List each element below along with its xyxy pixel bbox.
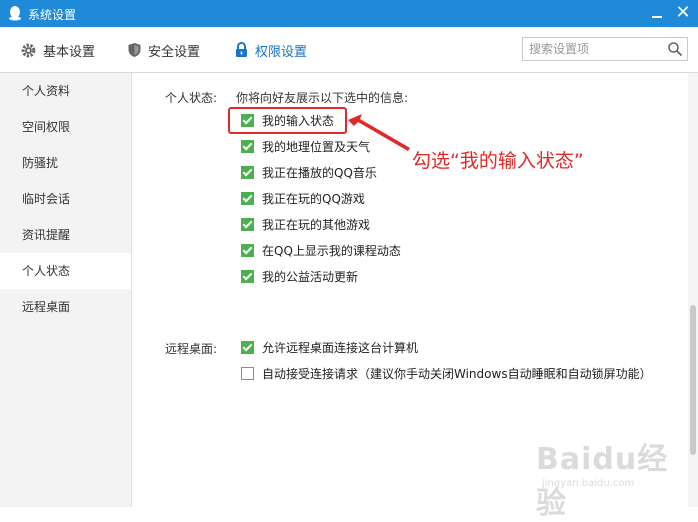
sidebar-item-remote-desktop[interactable]: 远程桌面 bbox=[0, 289, 131, 325]
option-label: 在QQ上显示我的课程动态 bbox=[262, 243, 401, 258]
tab-label: 基本设置 bbox=[43, 44, 96, 60]
scrollbar[interactable] bbox=[688, 73, 698, 507]
search-input[interactable] bbox=[523, 38, 669, 60]
sidebar: 个人资料 空间权限 防骚扰 临时会话 资讯提醒 个人状态 远程桌面 bbox=[0, 73, 132, 507]
minimize-button[interactable] bbox=[646, 2, 668, 24]
highlight-box bbox=[228, 107, 347, 134]
top-nav: 基本设置 安全设置 权限设置 bbox=[0, 27, 698, 73]
tab-permission-settings[interactable]: 权限设置 bbox=[234, 39, 307, 61]
option-qq-music[interactable]: 我正在播放的QQ音乐 bbox=[241, 163, 377, 181]
checkbox-unchecked[interactable] bbox=[241, 366, 254, 380]
remote-desktop-label: 远程桌面: bbox=[165, 342, 218, 356]
tab-label: 安全设置 bbox=[148, 44, 201, 60]
sidebar-item-anti-harassment[interactable]: 防骚扰 bbox=[0, 145, 131, 181]
arrow-icon bbox=[348, 114, 410, 151]
search-icon[interactable] bbox=[667, 41, 683, 57]
title-bar: 系统设置 ✕ bbox=[0, 0, 698, 27]
checkbox-checked[interactable] bbox=[241, 217, 254, 231]
option-auto-accept[interactable]: 自动接受连接请求（建议你手动关闭Windows自动睡眠和自动锁屏功能） bbox=[241, 364, 652, 382]
window-title: 系统设置 bbox=[28, 8, 77, 22]
option-label: 我正在玩的其他游戏 bbox=[262, 217, 371, 232]
close-button[interactable]: ✕ bbox=[672, 2, 694, 24]
checkbox-checked[interactable] bbox=[241, 139, 254, 153]
gear-icon bbox=[21, 43, 36, 57]
checkbox-checked[interactable] bbox=[241, 165, 254, 179]
checkbox-checked[interactable] bbox=[241, 269, 254, 283]
option-label: 我正在播放的QQ音乐 bbox=[262, 165, 377, 180]
tab-security-settings[interactable]: 安全设置 bbox=[127, 39, 200, 61]
option-label: 我的公益活动更新 bbox=[262, 269, 359, 284]
option-course-updates[interactable]: 在QQ上显示我的课程动态 bbox=[241, 241, 401, 259]
option-label: 允许远程桌面连接这台计算机 bbox=[262, 340, 419, 355]
option-label: 我正在玩的QQ游戏 bbox=[262, 191, 365, 206]
personal-status-description: 你将向好友展示以下选中的信息: bbox=[236, 91, 409, 105]
checkbox-checked[interactable] bbox=[241, 340, 254, 354]
tab-label: 权限设置 bbox=[255, 44, 308, 60]
scrollbar-thumb[interactable] bbox=[690, 305, 696, 455]
qq-penguin-icon bbox=[9, 6, 21, 21]
checkbox-checked[interactable] bbox=[241, 191, 254, 205]
watermark: Baidu经验 jingyan.baidu.com bbox=[536, 432, 686, 521]
sidebar-item-space-permissions[interactable]: 空间权限 bbox=[0, 109, 131, 145]
search-box[interactable] bbox=[522, 37, 688, 61]
personal-status-label: 个人状态: bbox=[165, 91, 218, 105]
option-allow-remote[interactable]: 允许远程桌面连接这台计算机 bbox=[241, 338, 418, 356]
sidebar-item-temp-chat[interactable]: 临时会话 bbox=[0, 181, 131, 217]
sidebar-item-personal-status[interactable]: 个人状态 bbox=[0, 253, 131, 289]
checkbox-checked[interactable] bbox=[241, 243, 254, 257]
option-other-games[interactable]: 我正在玩的其他游戏 bbox=[241, 215, 370, 233]
sidebar-item-news-reminder[interactable]: 资讯提醒 bbox=[0, 217, 131, 253]
sidebar-item-personal-info[interactable]: 个人资料 bbox=[0, 73, 131, 109]
watermark-sub: jingyan.baidu.com bbox=[542, 478, 635, 489]
option-charity-updates[interactable]: 我的公益活动更新 bbox=[241, 267, 358, 285]
tab-basic-settings[interactable]: 基本设置 bbox=[20, 39, 95, 61]
option-label: 自动接受连接请求（建议你手动关闭Windows自动睡眠和自动锁屏功能） bbox=[262, 366, 652, 381]
option-qq-games[interactable]: 我正在玩的QQ游戏 bbox=[241, 189, 365, 207]
annotation-text: 勾选“我的输入状态” bbox=[412, 150, 584, 172]
shield-icon bbox=[128, 43, 141, 57]
lock-icon bbox=[236, 42, 247, 57]
